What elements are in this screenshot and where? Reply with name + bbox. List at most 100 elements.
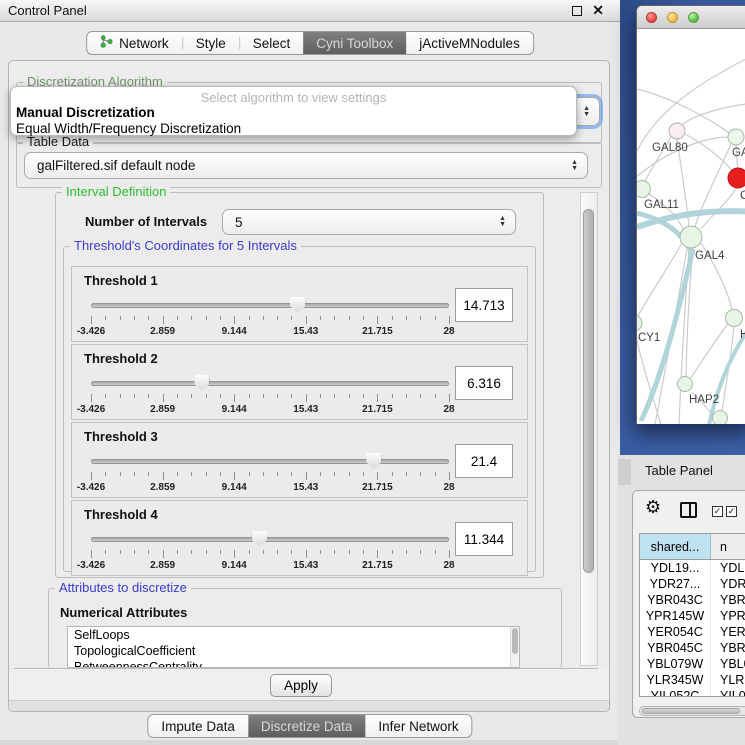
network-canvas[interactable]: GAL80GACGAL11GAL4GCY1HHAP2 [637, 29, 745, 424]
cyni-bottom-tabbar: Impute Data Discretize Data Infer Networ… [147, 714, 472, 738]
network-node[interactable] [669, 123, 685, 139]
network-node-label: GCY1 [637, 332, 660, 344]
list-item[interactable]: TopologicalCoefficient [68, 643, 519, 659]
close-traffic-light-icon[interactable] [646, 12, 657, 23]
slider-thumb[interactable] [290, 297, 305, 313]
slider-track[interactable] [91, 537, 449, 542]
scrollbar-thumb[interactable] [583, 209, 594, 573]
table-panel-body: ⚙ ✓ ✓ shared... n YDL19...YDL1YDR27...YD… [632, 490, 745, 718]
threshold-value[interactable]: 21.4 [455, 444, 513, 478]
combo-arrows-icon: ▲▼ [571, 160, 578, 172]
tab-style[interactable]: Style [183, 32, 239, 54]
slider-track[interactable] [91, 303, 449, 308]
list-item[interactable]: SelfLoops [68, 627, 519, 643]
threshold-row: Threshold 2 -3.4262.8599.14415.4321.7152… [71, 344, 528, 420]
network-node[interactable] [680, 226, 702, 248]
table-row[interactable]: YPR145WYPR1 [640, 608, 745, 624]
slider-thumb[interactable] [194, 375, 209, 391]
table-horizontal-scrollbar[interactable] [639, 706, 745, 716]
tab-select[interactable]: Select [240, 32, 304, 54]
close-window-icon[interactable]: ✕ [592, 2, 604, 19]
panel-drag-handle[interactable] [618, 459, 631, 485]
table-row[interactable]: YIL052CYIL0 [640, 688, 745, 697]
network-node[interactable] [678, 377, 693, 392]
slider-tick-labels: -3.4262.8599.14415.4321.71528 [91, 482, 449, 494]
slider-track[interactable] [91, 459, 449, 464]
table-row[interactable]: YBR043CYBR0 [640, 592, 745, 608]
network-node[interactable] [637, 315, 642, 331]
threshold-row: Threshold 3 -3.4262.8599.14415.4321.7152… [71, 422, 528, 498]
threshold-slider[interactable]: -3.4262.8599.14415.4321.71528 [91, 297, 449, 341]
slider-track[interactable] [91, 381, 449, 386]
network-node[interactable] [726, 310, 743, 327]
network-node-label: GAL11 [644, 199, 679, 211]
threshold-label: Threshold 3 [84, 429, 158, 444]
threshold-row: Threshold 4 -3.4262.8599.14415.4321.7152… [71, 500, 528, 576]
tab-infer-network[interactable]: Infer Network [365, 715, 471, 737]
column-header-name[interactable]: n [711, 534, 745, 559]
threshold-value[interactable]: 14.713 [455, 288, 513, 322]
table-panel-title: Table Panel [645, 463, 713, 478]
dropdown-placeholder: Select algorithm to view settings [11, 90, 576, 105]
apply-button[interactable]: Apply [270, 674, 332, 697]
threshold-slider[interactable]: -3.4262.8599.14415.4321.71528 [91, 531, 449, 575]
float-window-icon[interactable] [572, 6, 582, 16]
network-node-label: HAP2 [689, 394, 719, 406]
table-data-title: Table Data [23, 134, 93, 149]
attributes-items: SelfLoopsTopologicalCoefficientBetweenne… [68, 627, 519, 668]
columns-icon[interactable] [680, 502, 697, 518]
panel-bottom-strip [9, 700, 609, 711]
table-row[interactable]: YDR27...YDR2 [640, 576, 745, 592]
dropdown-item-manual-discretization[interactable]: Manual Discretization [16, 105, 155, 120]
threshold-value[interactable]: 11.344 [455, 522, 513, 556]
tab-jactivemnodules[interactable]: jActiveMNodules [406, 32, 533, 54]
tab-impute-data[interactable]: Impute Data [148, 715, 248, 737]
dropdown-item-equal-width-frequency[interactable]: Equal Width/Frequency Discretization [16, 121, 241, 136]
slider-thumb[interactable] [366, 453, 381, 469]
tab-cyni-toolbox[interactable]: Cyni Toolbox [303, 32, 406, 54]
tab-network-label: Network [119, 36, 169, 51]
slider-thumb[interactable] [252, 531, 267, 547]
minimize-traffic-light-icon[interactable] [667, 12, 678, 23]
thresholds-title: Threshold's Coordinates for 5 Intervals [70, 238, 301, 253]
tab-discretize-data[interactable]: Discretize Data [248, 715, 366, 737]
interval-definition-title: Interval Definition [62, 184, 170, 199]
table-rows: YDL19...YDL1YDR27...YDR2YBR043CYBR0YPR14… [640, 560, 745, 697]
zoom-traffic-light-icon[interactable] [688, 12, 699, 23]
table-data-combobox[interactable]: galFiltered.sif default node ▲▼ [24, 152, 588, 179]
scrollbar-thumb[interactable] [642, 708, 740, 714]
table-row[interactable]: YLR345WYLR3 [640, 672, 745, 688]
table-row[interactable]: YDL19...YDL1 [640, 560, 745, 576]
num-intervals-combobox[interactable]: 5 ▲▼ [222, 209, 516, 235]
numerical-attributes-list[interactable]: SelfLoopsTopologicalCoefficientBetweenne… [67, 626, 520, 668]
slider-tick-labels: -3.4262.8599.14415.4321.71528 [91, 404, 449, 416]
threshold-slider[interactable]: -3.4262.8599.14415.4321.71528 [91, 453, 449, 497]
scrollbar-thumb[interactable] [512, 628, 518, 654]
network-node-label: GAL4 [695, 250, 725, 262]
network-node[interactable] [728, 168, 745, 188]
gear-icon[interactable]: ⚙ [645, 498, 661, 516]
screenshot-root: { "icons": { "close": "✕", "gear": "⚙", … [0, 0, 745, 745]
node-attribute-table: shared... n YDL19...YDL1YDR27...YDR2YBR0… [639, 533, 745, 697]
network-node[interactable] [713, 411, 728, 425]
list-item[interactable]: BetweennessCentrality [68, 659, 519, 668]
attributes-title: Attributes to discretize [55, 580, 191, 595]
slider-ticks [91, 394, 449, 403]
table-row[interactable]: YBR045CYBR0 [640, 640, 745, 656]
table-row[interactable]: YER054CYER0 [640, 624, 745, 640]
attributes-list-scrollbar[interactable] [510, 627, 519, 667]
checkbox-icon[interactable]: ✓ [712, 506, 723, 517]
table-row[interactable]: YBL079WYBL0 [640, 656, 745, 672]
table-data-selected: galFiltered.sif default node [37, 158, 195, 173]
slider-ticks [91, 550, 449, 559]
main-vertical-scrollbar[interactable] [580, 192, 598, 666]
network-node[interactable] [637, 181, 651, 198]
checkbox-icon[interactable]: ✓ [726, 506, 737, 517]
threshold-value[interactable]: 6.316 [455, 366, 513, 400]
column-header-shared-name[interactable]: shared... [640, 534, 711, 559]
tab-network[interactable]: Network [87, 32, 182, 54]
slider-tick-labels: -3.4262.8599.14415.4321.71528 [91, 326, 449, 338]
network-node-label: C [740, 190, 745, 202]
threshold-slider[interactable]: -3.4262.8599.14415.4321.71528 [91, 375, 449, 419]
network-node[interactable] [728, 129, 744, 145]
